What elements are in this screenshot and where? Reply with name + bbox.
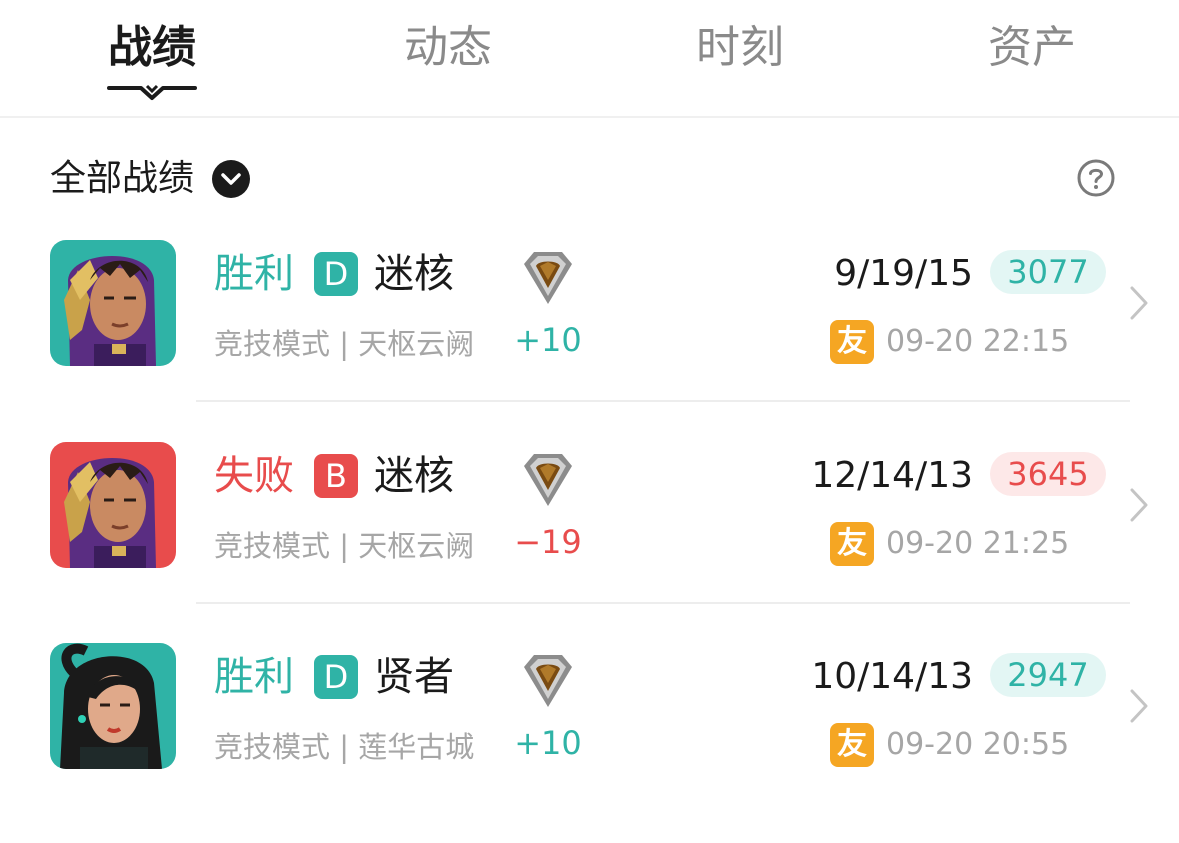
- match-row[interactable]: 失败 B 迷核 竞技模式 | 天枢云阙 −19 12/14/13 3645 友 …: [0, 442, 1179, 642]
- chevron-right-icon: [1130, 286, 1148, 320]
- grade-badge: D: [314, 252, 358, 296]
- score-badge: 3645: [990, 452, 1106, 496]
- divider: [196, 602, 1130, 604]
- map-name: 贤者: [374, 654, 454, 700]
- grade-badge: D: [314, 655, 358, 699]
- map-name: 迷核: [374, 251, 454, 297]
- friend-badge: 友: [830, 522, 874, 566]
- rank-diamond-icon: [524, 655, 572, 707]
- tab-assets[interactable]: 资产: [922, 16, 1142, 86]
- score-badge: 3077: [990, 250, 1106, 294]
- friend-badge: 友: [830, 723, 874, 767]
- score-badge: 2947: [990, 653, 1106, 697]
- match-row[interactable]: 胜利 D 迷核 竞技模式 | 天枢云阙 +10 9/19/15 3077 友 0…: [0, 240, 1179, 440]
- chevron-down-icon: [212, 160, 251, 198]
- hooded-agent-avatar: [50, 240, 176, 366]
- question-circle-icon[interactable]: [1076, 158, 1116, 198]
- rank-change: +10: [514, 321, 582, 359]
- match-mode: 竞技模式 | 天枢云阙: [214, 327, 475, 361]
- match-row[interactable]: 胜利 D 贤者 竞技模式 | 莲华古城 +10 10/14/13 2947 友 …: [0, 643, 1179, 843]
- kda: 9/19/15: [834, 253, 973, 294]
- tab-moments[interactable]: 时刻: [630, 16, 850, 86]
- tab-active-indicator: [107, 84, 197, 100]
- tab-bar: 战绩 动态 时刻 资产: [0, 0, 1179, 118]
- kda: 10/14/13: [811, 656, 973, 697]
- rank-diamond-icon: [524, 252, 572, 304]
- match-mode: 竞技模式 | 天枢云阙: [214, 529, 475, 563]
- record-filter-dropdown[interactable]: 全部战绩: [50, 148, 251, 210]
- rank-change: −19: [514, 523, 582, 561]
- match-result: 失败: [214, 453, 294, 499]
- filter-row: 全部战绩: [50, 148, 1130, 210]
- chevron-right-icon: [1130, 689, 1148, 723]
- match-time: 09-20 20:55: [886, 727, 1070, 762]
- hooded-agent-avatar: [50, 442, 176, 568]
- tab-record[interactable]: 战绩: [42, 16, 262, 86]
- grade-badge: B: [314, 454, 358, 498]
- map-name: 迷核: [374, 453, 454, 499]
- female-agent-avatar: [50, 643, 176, 769]
- rank-diamond-icon: [524, 454, 572, 506]
- filter-label: 全部战绩: [50, 158, 195, 199]
- rank-change: +10: [514, 724, 582, 762]
- match-mode: 竞技模式 | 莲华古城: [214, 730, 475, 764]
- tab-feed[interactable]: 动态: [338, 16, 558, 86]
- divider: [196, 400, 1130, 402]
- match-time: 09-20 21:25: [886, 526, 1070, 561]
- match-result: 胜利: [214, 654, 294, 700]
- match-result: 胜利: [214, 251, 294, 297]
- kda: 12/14/13: [811, 455, 973, 496]
- friend-badge: 友: [830, 320, 874, 364]
- chevron-right-icon: [1130, 488, 1148, 522]
- match-time: 09-20 22:15: [886, 324, 1070, 359]
